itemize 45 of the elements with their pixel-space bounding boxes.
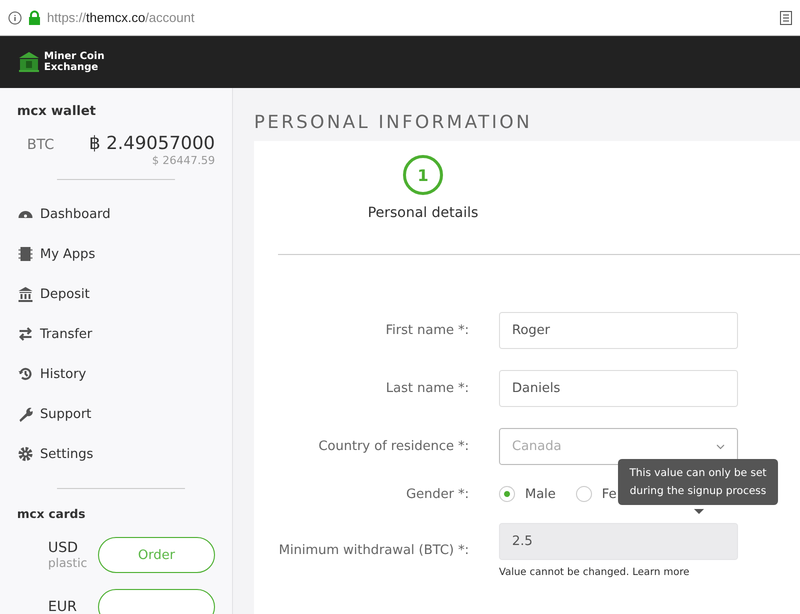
text-field[interactable]: Roger bbox=[499, 312, 738, 349]
nav-item[interactable]: History bbox=[17, 354, 86, 394]
balance-amount: ฿ 2.49057000 bbox=[89, 133, 215, 154]
bank-logo-icon bbox=[18, 51, 40, 73]
step-number: 1 bbox=[403, 155, 443, 195]
nav-icon bbox=[17, 406, 34, 422]
field-label: Minimum withdrawal (BTC) *: bbox=[278, 543, 469, 558]
card-currency: EUR bbox=[48, 599, 78, 614]
nav-item[interactable]: Transfer bbox=[17, 314, 92, 354]
text-field[interactable]: Daniels bbox=[499, 370, 738, 407]
nav-item[interactable]: Deposit bbox=[17, 274, 90, 314]
wallet-title: mcx wallet bbox=[17, 104, 97, 119]
currency-label: BTC bbox=[27, 137, 54, 155]
page-title: PERSONAL INFORMATION bbox=[254, 112, 534, 133]
radio-label: Fe bbox=[602, 486, 617, 502]
nav-item[interactable]: Support bbox=[17, 394, 92, 434]
field-label: Gender *: bbox=[405, 486, 469, 502]
lock-icon bbox=[28, 10, 41, 25]
help-text: Value cannot be changed. Learn more bbox=[499, 567, 690, 578]
tooltip-arrow bbox=[694, 509, 704, 514]
card-type: plastic bbox=[48, 556, 84, 570]
chevron-icon bbox=[716, 444, 725, 450]
address-bar[interactable]: https://themcx.co/account bbox=[47, 10, 194, 25]
info-icon[interactable] bbox=[8, 10, 22, 24]
nav-item[interactable]: Dashboard bbox=[17, 194, 111, 234]
nav-icon bbox=[17, 366, 34, 382]
radio-label: Male bbox=[525, 486, 556, 502]
nav-item[interactable]: Settings bbox=[17, 434, 94, 474]
nav-icon bbox=[17, 326, 34, 342]
balance-usd: $ 26447.59 bbox=[151, 154, 215, 167]
field-label: Last name *: bbox=[384, 381, 469, 396]
nav-item[interactable]: My Apps bbox=[17, 234, 96, 274]
tooltip: This value can only be set during the signup process bbox=[618, 459, 778, 505]
nav-icon bbox=[17, 446, 34, 462]
field-label: Country of residence *: bbox=[317, 439, 469, 454]
step-label: Personal details bbox=[368, 205, 478, 221]
nav-icon bbox=[17, 286, 34, 302]
nav-icon bbox=[17, 246, 34, 262]
cards-title: mcx cards bbox=[17, 507, 86, 521]
card-currency: USD bbox=[48, 540, 79, 556]
field-label: First name *: bbox=[384, 323, 469, 338]
reader-view-icon[interactable] bbox=[780, 10, 792, 24]
radio-button[interactable] bbox=[576, 486, 592, 502]
radio-button[interactable] bbox=[499, 486, 515, 502]
logo-text: Miner Coin Exchange bbox=[44, 51, 104, 73]
